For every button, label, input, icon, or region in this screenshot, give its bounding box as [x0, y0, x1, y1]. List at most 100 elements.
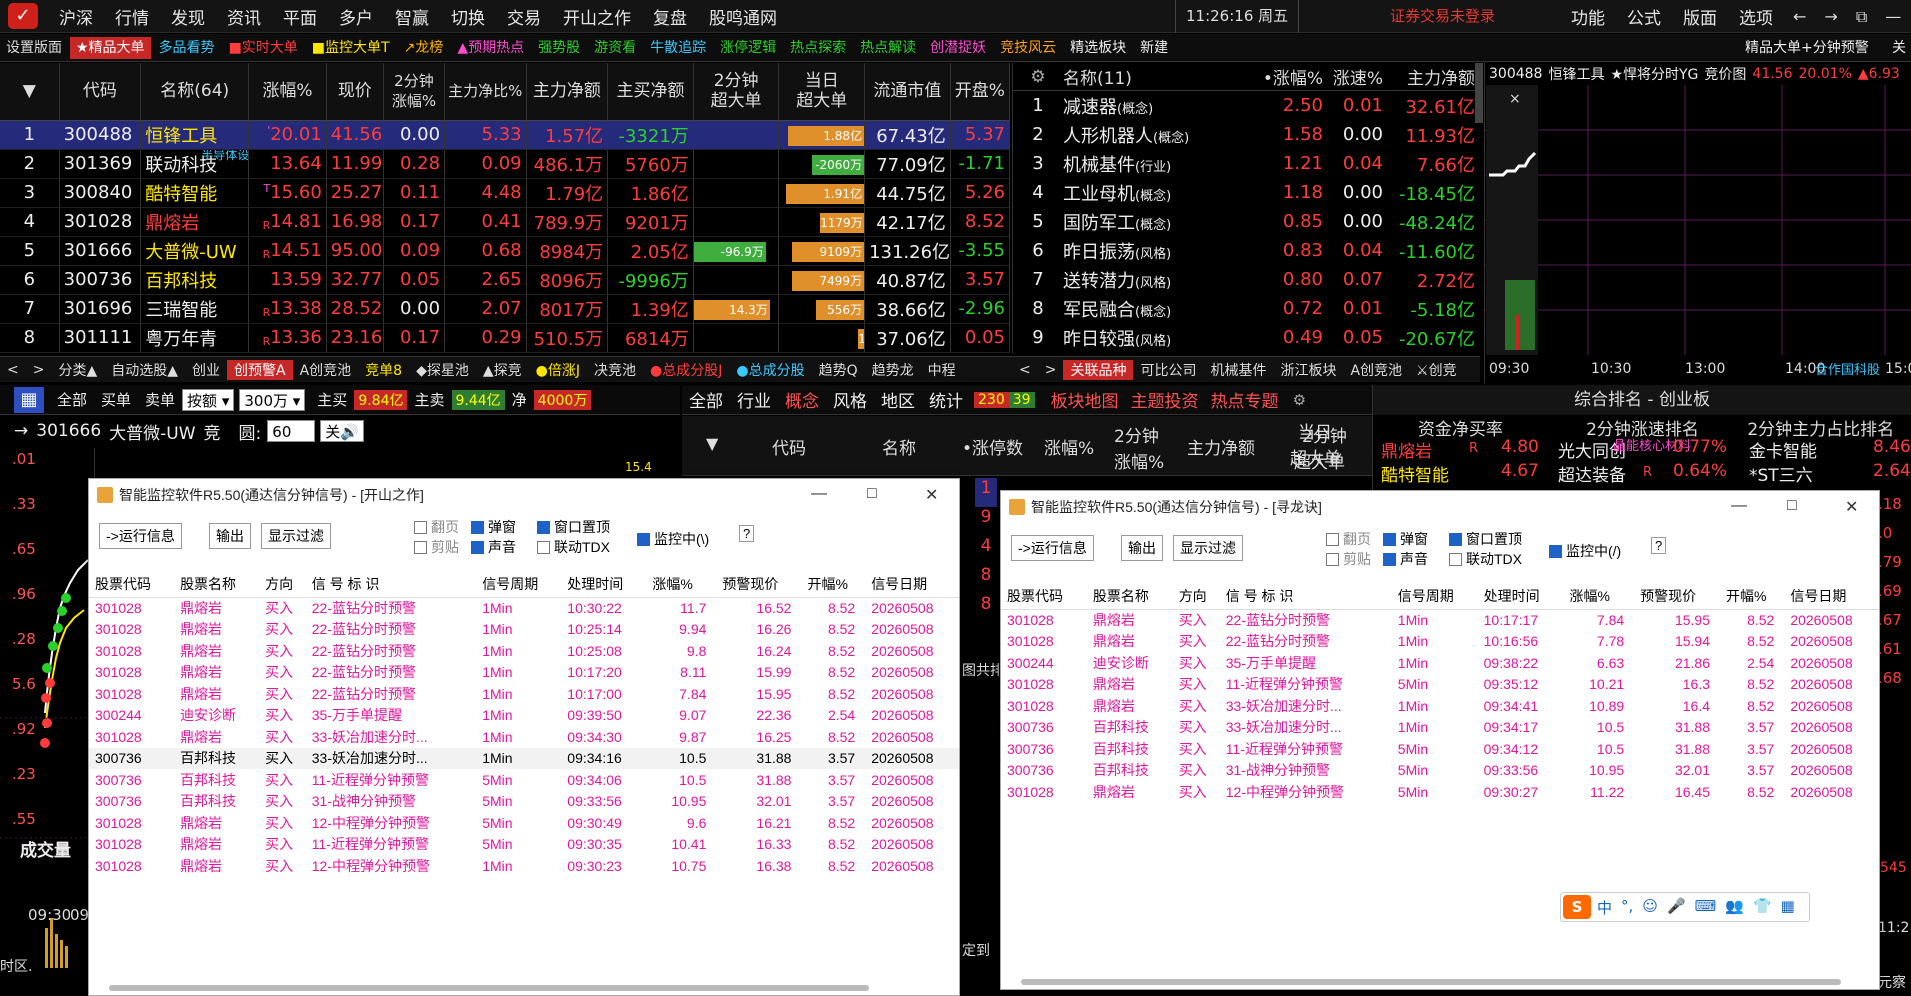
tab-10[interactable]: ●倍涨J [529, 360, 587, 380]
col-header-6[interactable]: 涨幅% [646, 571, 717, 598]
tab-5[interactable]: 创预警A [227, 359, 293, 380]
monitor-window-kaishan[interactable]: 智能监控软件R5.50(通达信分钟信号) - [开山之作] — □ ✕ ->运行… [88, 478, 960, 996]
table-row[interactable]: 301028 鼎熔岩 买入 22-蓝钻分时预警 1Min 10:25:14 9.94 16.2… [89, 619, 959, 641]
sector-col-net[interactable]: 主力净额 [1383, 64, 1475, 89]
sogou-logo-icon[interactable]: S [1563, 895, 1591, 919]
toolbar-button-15[interactable]: 精选板块 [1064, 36, 1133, 59]
toolbar-button-4[interactable]: ■监控大单T [305, 36, 396, 59]
table-row[interactable]: 2301369联动科技半导体设备+供货ADS 13.6411.990.280.09… [0, 149, 1011, 179]
table-row[interactable]: 5 301666 大普微-UW R14.51 95.00 0.09 0.68 8984万 2.0… [0, 236, 1011, 266]
ime-toolbar[interactable]: S 中 °, ☺ 🎤 ⌨ 👥 👕 ▦ [1560, 892, 1810, 922]
col-bigday[interactable]: 当日 超大单 [778, 63, 866, 121]
list-item[interactable]: 2 人形机器人(概念) 1.58 0.00 11.93亿 [1013, 120, 1482, 149]
col-big2m[interactable]: 2分钟 超大单 [693, 63, 780, 121]
table-row[interactable]: 301028 鼎熔岩 买入 22-蓝钻分时预警 1Min 10:16:56 7.78 15.9… [1001, 631, 1879, 653]
table-row[interactable]: 301028 鼎熔岩 买入 33-妖冶加速分时... 1Min 09:34:30 9.87 1… [89, 726, 959, 748]
top-window-checkbox[interactable]: 窗口置顶 [537, 517, 610, 537]
toolbar-button-16[interactable]: 新建 [1134, 36, 1175, 59]
output-button[interactable]: 输出 [209, 523, 251, 549]
menu-item-0[interactable]: 沪深 [48, 4, 104, 29]
popup2-horizontal-scrollbar[interactable] [1021, 979, 1841, 985]
table-row[interactable]: 300244 迪安诊断 买入 35-万手单提醒 1Min 09:39:50 9.07 22.3… [89, 705, 959, 727]
col-mainnet[interactable]: 主力净额 [526, 63, 609, 121]
tab-13[interactable]: ●总成分股 [729, 360, 811, 380]
mode-select[interactable]: 按额 ▾ [182, 388, 235, 411]
display-filter-button[interactable]: 显示过滤 [1173, 535, 1243, 561]
app-logo-icon[interactable]: ✓ [8, 3, 38, 29]
toolbar-button-7[interactable]: 强势股 [532, 36, 587, 59]
maximize-icon[interactable]: □ [867, 485, 877, 503]
sector-tab-3[interactable]: 风格 [826, 387, 874, 412]
col-header-2[interactable]: 方向 [259, 571, 306, 598]
filter-all-button[interactable]: 全部 [50, 389, 94, 410]
popup1-horizontal-scrollbar[interactable] [109, 985, 869, 991]
table-row[interactable]: 301028 鼎熔岩 买入 11-近程弹分钟预警 5Min 09:30:35 10.41 16… [89, 834, 959, 856]
related-tab-5[interactable]: 浙江板块 [1273, 360, 1343, 380]
menu-item-1[interactable]: 行情 [104, 4, 160, 29]
mid-col-bigday-bot[interactable]: 超大单 [1290, 444, 1341, 469]
clipboard-checkbox[interactable]: 剪贴 [414, 537, 459, 557]
sector-tab-4[interactable]: 地区 [874, 387, 922, 412]
close-icon[interactable]: ✕ [1845, 497, 1858, 517]
table-row[interactable]: 300736 百邦科技 买入 11-近程弹分钟预警 5Min 09:34:12 10.5 31… [1001, 738, 1879, 760]
table-row[interactable]: 301028 鼎熔岩 买入 12-中程弹分钟预警 1Min 09:30:23 10.75 16… [89, 855, 959, 877]
minimize-icon[interactable]: — [1731, 497, 1747, 515]
close-sound-button[interactable]: 关🔊 [320, 420, 364, 442]
col-open[interactable]: 开盘% [950, 63, 1011, 121]
close-icon[interactable]: ✕ [925, 485, 938, 505]
col-header-9[interactable]: 信号日期 [865, 571, 959, 598]
sector-tab-5[interactable]: 统计 [922, 387, 970, 412]
col-header-1[interactable]: 股票名称 [174, 571, 260, 598]
menu-item-7[interactable]: 切换 [440, 4, 496, 29]
ime-item-2[interactable]: ☺ [1642, 897, 1658, 918]
toolbar-button-14[interactable]: 竞技风云 [994, 36, 1063, 59]
toolbar-button-3[interactable]: ■实时大单 [222, 36, 304, 59]
related-tab-4[interactable]: 机械基件 [1203, 360, 1273, 380]
login-status[interactable]: 证券交易未登录 [1390, 0, 1495, 33]
sound-checkbox[interactable]: 声音 [1383, 549, 1428, 569]
col-header-9[interactable]: 信号日期 [1784, 583, 1879, 610]
menu-item-4[interactable]: 平面 [272, 4, 328, 29]
help-button[interactable]: ? [1651, 537, 1667, 554]
toolbar-button-10[interactable]: 涨停逻辑 [714, 36, 783, 59]
related-tab-7[interactable]: ⚔创竞 [1409, 360, 1464, 380]
related-tab-2[interactable]: 关联品种 [1063, 359, 1134, 380]
tab-3[interactable]: 自动选股▲ [104, 360, 185, 380]
page-checkbox[interactable]: 翻页 [414, 517, 459, 537]
right-menu-item-3[interactable]: 选项 [1728, 4, 1784, 29]
mid-col-code[interactable]: 代码 [772, 434, 806, 459]
col-chg2m[interactable]: 2分钟 涨幅% [383, 63, 446, 121]
grid-icon[interactable]: ▦ [14, 386, 44, 413]
monitoring-checkbox[interactable]: 监控中(\) [637, 529, 709, 549]
popup-checkbox[interactable]: 弹窗 [1383, 529, 1428, 549]
table-row[interactable]: 4 301028 鼎熔岩 R14.81 16.98 0.17 0.41 789.9万 9201万… [0, 207, 1011, 237]
sector-col-speed[interactable]: 涨速% [1323, 64, 1383, 89]
col-header-4[interactable]: 信号周期 [476, 571, 562, 598]
menu-item-3[interactable]: 资讯 [216, 4, 272, 29]
related-tab-1[interactable]: > [1038, 362, 1064, 378]
toolbar-button-9[interactable]: 牛散追踪 [644, 36, 713, 59]
menu-item-11[interactable]: 股鸣通网 [698, 4, 788, 29]
ime-item-3[interactable]: 🎤 [1667, 897, 1686, 918]
table-row[interactable]: 300736 百邦科技 买入 11-近程弹分钟预警 5Min 09:34:06 10.5 31… [89, 769, 959, 791]
right-menu-item-2[interactable]: 版面 [1672, 4, 1728, 29]
mid-col-net[interactable]: 主力净额 [1187, 434, 1255, 459]
col-header-3[interactable]: 信 号 标 识 [1219, 583, 1392, 610]
gear-icon[interactable]: ⚙ [1013, 67, 1063, 87]
filter-sell-button[interactable]: 卖单 [138, 389, 182, 410]
menu-item-2[interactable]: 发现 [160, 4, 216, 29]
sector-col-pct[interactable]: •涨幅% [1243, 64, 1323, 89]
col-mainpct[interactable]: 主力净比% [444, 63, 527, 121]
tab-9[interactable]: ▲探竞 [476, 360, 529, 380]
col-pct[interactable]: 涨幅% [248, 63, 327, 121]
rank-row-1[interactable]: 鼎熔岩 R 4.80 光大同创 晶能核心材料 0.77% 金卡智能 8.46 [1373, 437, 1911, 462]
ime-item-5[interactable]: 👥 [1725, 897, 1744, 918]
mid-col-bigday-top[interactable]: 当日 [1298, 418, 1332, 443]
rank-col-1[interactable]: 资金净买率 [1373, 415, 1548, 440]
table-row[interactable]: 300736 百邦科技 买入 33-妖冶加速分时... 1Min 09:34:17 10.5… [1001, 717, 1879, 739]
sector-tab-2[interactable]: 概念 [778, 387, 826, 412]
left-price-chart[interactable]: .01.33.65.96.28 5.6.92.23.55 成交量 09:30 09… [0, 448, 95, 978]
col-header-3[interactable]: 信 号 标 识 [305, 571, 477, 598]
mid-col-chg-top[interactable]: 2分钟 [1114, 422, 1159, 447]
monitoring-checkbox[interactable]: 监控中(/) [1549, 541, 1621, 561]
